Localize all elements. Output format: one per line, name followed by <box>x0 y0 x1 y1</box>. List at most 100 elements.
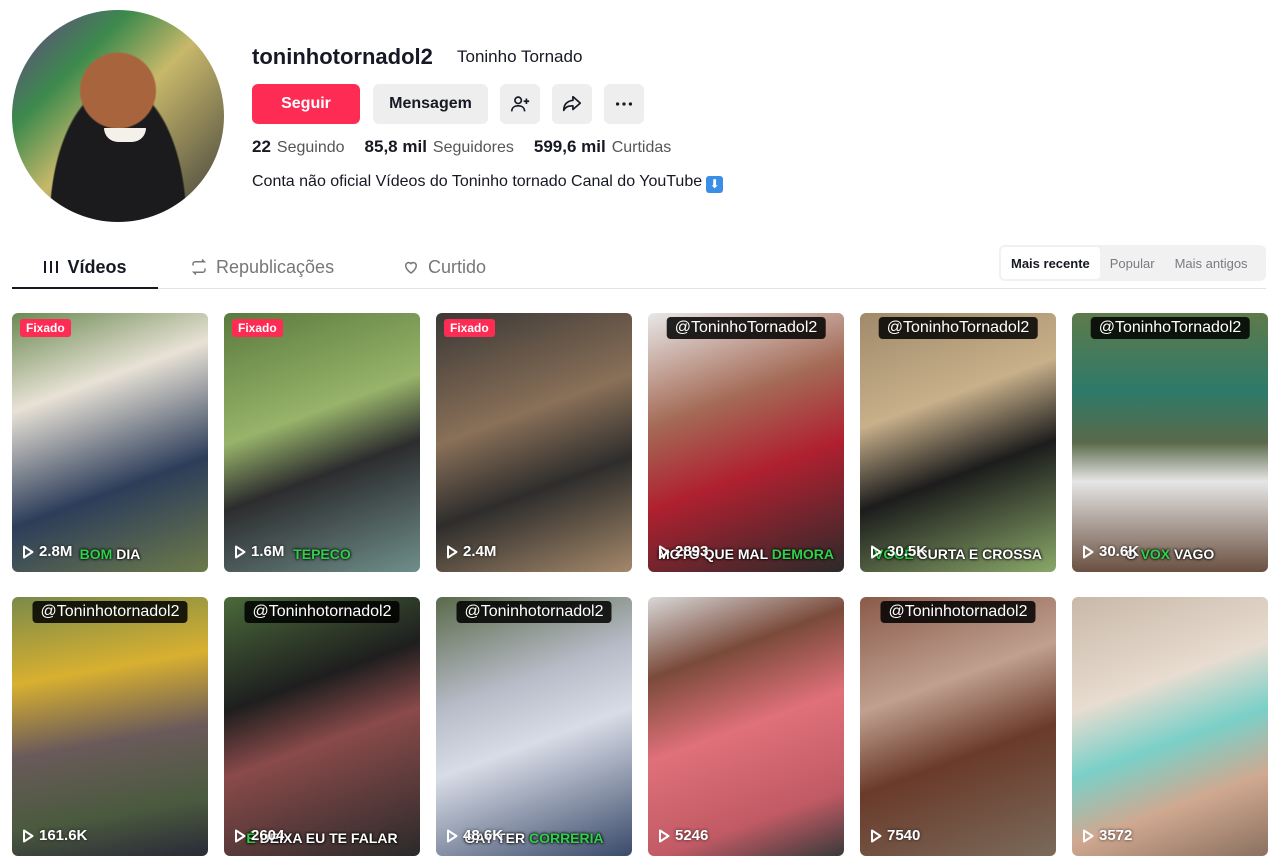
view-count-value: 2604 <box>251 827 285 844</box>
tab-reposts[interactable]: Republicações <box>190 245 334 289</box>
sort-toggle: Mais recente Popular Mais antigos <box>999 245 1266 281</box>
view-count-value: 2.4M <box>463 543 497 560</box>
sort-oldest[interactable]: Mais antigos <box>1165 247 1258 279</box>
repost-icon <box>191 258 207 276</box>
likes-count: 599,6 mil Curtidas <box>534 137 671 157</box>
pinned-badge: Fixado <box>232 319 283 337</box>
share-button[interactable] <box>552 84 592 124</box>
sort-most-recent[interactable]: Mais recente <box>1001 247 1100 279</box>
profile-nickname: Toninho Tornado <box>457 47 583 66</box>
following-count[interactable]: 22 Seguindo <box>252 137 345 157</box>
view-count-value: 48.6K <box>463 827 504 844</box>
add-user-icon <box>510 96 530 112</box>
share-icon <box>562 95 582 112</box>
caption-part: TEPECO <box>293 546 351 562</box>
sort-popular[interactable]: Popular <box>1100 247 1165 279</box>
caption-part: VAGO <box>1170 546 1215 562</box>
video-card[interactable]: @ToninhoTornadol2 VOCÊ CURTA E CROSSA 30.5… <box>860 313 1056 572</box>
caption-part: DIA <box>116 546 141 562</box>
caption-part: VOX <box>1140 546 1171 562</box>
video-watermark: @Toninhotornadol2 <box>456 601 612 623</box>
view-count-value: 3572 <box>1099 827 1133 844</box>
avatar-smile <box>104 128 146 142</box>
stat-value: 599,6 mil <box>533 137 606 156</box>
view-count-value: 5246 <box>675 827 709 844</box>
video-card[interactable]: @Toninhotornadol2 GAY TER CORRERIA 48.6K <box>436 597 632 856</box>
view-count: 2604 <box>234 827 284 844</box>
play-icon <box>659 545 670 558</box>
video-card[interactable]: @ToninhoTornadol2 O VOX VAGO 30.6K <box>1072 313 1268 572</box>
tab-liked[interactable]: Curtido <box>402 245 486 289</box>
view-count: 2.8M <box>22 543 72 560</box>
grid-icon <box>44 261 59 273</box>
video-card[interactable]: @ToninhoTornadol2 MOTO QUE MAL DEMORA 2893 <box>648 313 844 572</box>
view-count: 2.4M <box>446 543 496 560</box>
tab-label: Curtido <box>428 256 487 277</box>
view-count: 5246 <box>658 827 708 844</box>
profile-stats: 22 Seguindo 85,8 mil Seguidores 599,6 mil C… <box>252 137 671 157</box>
video-card[interactable]: 3572 <box>1072 597 1268 856</box>
stat-label: Curtidas <box>611 139 672 156</box>
view-count: 1.6M <box>234 543 284 560</box>
down-arrow-emoji: ⬇ <box>706 176 724 193</box>
caption-part: BOM <box>79 546 117 562</box>
play-icon <box>1083 545 1094 558</box>
view-count: 7540 <box>870 827 920 844</box>
view-count: 48.6K <box>446 827 503 844</box>
pinned-badge: Fixado <box>20 319 71 337</box>
video-watermark: @Toninhotornadol2 <box>880 601 1036 623</box>
video-card[interactable]: @Toninhotornadol2 É DEIXA EU TE FALAR 2604 <box>224 597 420 856</box>
active-tab-indicator <box>12 287 158 289</box>
profile-avatar[interactable] <box>12 10 224 222</box>
video-card[interactable]: Fixado BOM DIA 2.8M <box>12 313 208 572</box>
video-watermark: @Toninhotornadol2 <box>32 601 188 623</box>
view-count-value: 30.6K <box>1099 543 1140 560</box>
video-card[interactable]: @Toninhotornadol2 161.6K <box>12 597 208 856</box>
caption-part: DEMORA <box>771 546 835 562</box>
video-grid: Fixado BOM DIA 2.8M Fixado TEPECO 1.6M Fixado 2… <box>12 313 1268 856</box>
play-icon <box>871 829 882 842</box>
tab-videos[interactable]: Vídeos <box>12 245 158 289</box>
play-icon <box>235 545 246 558</box>
stat-value: 85,8 mil <box>364 137 427 156</box>
video-watermark: @ToninhoTornadol2 <box>878 317 1038 339</box>
play-icon <box>235 829 246 842</box>
view-count-value: 2.8M <box>39 543 73 560</box>
play-icon <box>871 545 882 558</box>
view-count-value: 161.6K <box>39 827 88 844</box>
caption-part: CURTA E CROSSA <box>917 546 1043 562</box>
view-count-value: 1.6M <box>251 543 285 560</box>
view-count-value: 30.5K <box>887 543 928 560</box>
more-options-button[interactable] <box>604 84 644 124</box>
view-count: 30.5K <box>870 543 927 560</box>
heart-icon <box>404 261 418 274</box>
tab-label: Vídeos <box>67 256 127 277</box>
view-count: 2893 <box>658 543 708 560</box>
video-card[interactable]: 5246 <box>648 597 844 856</box>
video-card[interactable]: Fixado 2.4M <box>436 313 632 572</box>
view-count: 161.6K <box>22 827 87 844</box>
play-icon <box>447 545 458 558</box>
follow-button[interactable]: Seguir <box>252 84 360 124</box>
message-button[interactable]: Mensagem <box>373 84 488 124</box>
stat-value: 22 <box>252 137 271 156</box>
profile-username: toninhotornadol2 <box>252 44 433 69</box>
video-card[interactable]: @Toninhotornadol2 7540 <box>860 597 1056 856</box>
play-icon <box>23 545 34 558</box>
tab-label: Republicações <box>216 256 335 277</box>
play-icon <box>447 829 458 842</box>
pinned-badge: Fixado <box>444 319 495 337</box>
play-icon <box>23 829 34 842</box>
caption-part: CORRERIA <box>528 830 604 846</box>
video-watermark: @ToninhoTornadol2 <box>666 317 826 339</box>
play-icon <box>1083 829 1094 842</box>
bio-text: Conta não oficial Vídeos do Toninho torn… <box>252 173 703 190</box>
more-icon <box>615 102 633 106</box>
video-card[interactable]: Fixado TEPECO 1.6M <box>224 313 420 572</box>
profile-bio: Conta não oficial Vídeos do Toninho torn… <box>252 173 724 193</box>
followers-count[interactable]: 85,8 mil Seguidores <box>365 137 514 157</box>
add-friend-button[interactable] <box>500 84 540 124</box>
view-count: 3572 <box>1082 827 1132 844</box>
video-watermark: @Toninhotornadol2 <box>244 601 400 623</box>
stat-label: Seguindo <box>276 139 345 156</box>
